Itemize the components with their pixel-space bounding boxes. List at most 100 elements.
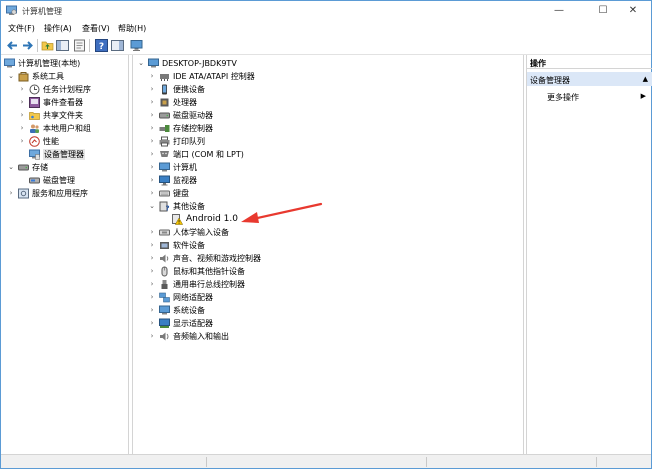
storage-icon	[18, 164, 29, 171]
chevron-right-icon[interactable]: ›	[148, 109, 156, 122]
computer-icon	[148, 58, 159, 68]
more-actions-item[interactable]: 更多操作 ▶	[527, 89, 652, 103]
chevron-right-icon[interactable]: ›	[18, 109, 26, 122]
chevron-down-icon[interactable]: ⌄	[137, 57, 145, 70]
device-category-ports[interactable]: › 端口 (COM 和 LPT)	[148, 148, 508, 161]
chevron-down-icon[interactable]: ⌄	[7, 161, 15, 174]
chevron-right-icon[interactable]: ›	[148, 70, 156, 83]
chevron-right-icon[interactable]: ›	[148, 174, 156, 187]
tree-item-device-manager[interactable]: 设备管理器	[18, 148, 128, 161]
back-arrow-icon[interactable]	[6, 39, 19, 52]
tree-item-task-scheduler[interactable]: › 任务计划程序	[18, 83, 128, 96]
device-category-processor[interactable]: › 处理器	[148, 96, 508, 109]
device-category-ide[interactable]: › IDE ATA/ATAPI 控制器	[148, 70, 508, 83]
device-category-print-queues[interactable]: › 打印队列	[148, 135, 508, 148]
menu-action[interactable]: 操作(A)	[44, 23, 72, 34]
chevron-down-icon[interactable]: ⌄	[7, 70, 15, 83]
chevron-right-icon[interactable]: ›	[148, 96, 156, 109]
network-icon	[159, 292, 170, 303]
chevron-right-icon[interactable]: ›	[18, 96, 26, 109]
device-category-disk-drives[interactable]: › 磁盘驱动器	[148, 109, 508, 122]
device-category-label: 软件设备	[173, 241, 205, 250]
device-category-label: 监视器	[173, 176, 197, 185]
device-category-network-adapters[interactable]: › 网络适配器	[148, 291, 508, 304]
menu-file[interactable]: 文件(F)	[8, 23, 35, 34]
device-category-mice[interactable]: › 鼠标和其他指针设备	[148, 265, 508, 278]
chevron-right-icon[interactable]: ›	[148, 278, 156, 291]
actions-section-device-manager[interactable]: 设备管理器 ▲	[527, 72, 652, 86]
tree-item-performance[interactable]: › 性能	[18, 135, 128, 148]
tree-item-event-viewer[interactable]: › 事件查看器	[18, 96, 128, 109]
chevron-right-icon[interactable]: ›	[148, 291, 156, 304]
tree-item-local-users-groups[interactable]: › 本地用户和组	[18, 122, 128, 135]
device-category-computer[interactable]: › 计算机	[148, 161, 508, 174]
forward-arrow-icon[interactable]	[21, 39, 34, 52]
device-category-audio-io[interactable]: › 音频输入和输出	[148, 330, 508, 343]
chevron-right-icon[interactable]: ›	[148, 304, 156, 317]
services-icon	[18, 188, 29, 199]
device-category-monitors[interactable]: › 监视器	[148, 174, 508, 187]
device-category-display-adapters[interactable]: › 显示适配器	[148, 317, 508, 330]
show-hide-tree-icon[interactable]	[56, 39, 69, 52]
chevron-right-icon[interactable]: ›	[148, 83, 156, 96]
device-tree-root[interactable]: ⌄ DESKTOP-JBDK9TV	[137, 57, 517, 70]
device-category-storage-controllers[interactable]: › 存储控制器	[148, 122, 508, 135]
chevron-right-icon[interactable]: ›	[148, 317, 156, 330]
clock-icon	[29, 84, 40, 95]
menu-view[interactable]: 查看(V)	[82, 23, 110, 34]
device-category-software-devices[interactable]: › 软件设备	[148, 239, 508, 252]
monitor-icon[interactable]	[130, 39, 143, 52]
device-category-usb[interactable]: › 通用串行总线控制器	[148, 278, 508, 291]
tree-root-computer-management[interactable]: 计算机管理(本地)	[4, 57, 128, 70]
device-category-sound-video-game[interactable]: › 声音、视频和游戏控制器	[148, 252, 508, 265]
chevron-right-icon[interactable]: ›	[148, 148, 156, 161]
chevron-right-icon[interactable]: ›	[18, 83, 26, 96]
device-category-label: 通用串行总线控制器	[173, 280, 245, 289]
help-icon[interactable]: ?	[95, 39, 108, 52]
device-category-portable[interactable]: › 便携设备	[148, 83, 508, 96]
minimize-button[interactable]: —	[541, 1, 577, 21]
tree-item-storage[interactable]: ⌄ 存储	[7, 161, 127, 174]
chevron-right-icon[interactable]: ›	[148, 135, 156, 148]
tree-item-system-tools[interactable]: ⌄ 系统工具	[7, 70, 127, 83]
svg-text:?: ?	[166, 205, 170, 213]
device-category-keyboards[interactable]: › 键盘	[148, 187, 508, 200]
tree-item-label: 系统工具	[32, 72, 64, 81]
device-category-hid[interactable]: › 人体学输入设备	[148, 226, 508, 239]
tree-item-label: 事件查看器	[43, 98, 83, 107]
title-bar[interactable]: 计算机管理 — ☐ ✕	[1, 1, 651, 21]
actions-pane: 操作 设备管理器 ▲ 更多操作 ▶	[526, 55, 652, 454]
tree-root-label: 计算机管理(本地)	[18, 59, 81, 68]
storage-controller-icon	[159, 125, 170, 132]
collapse-up-icon[interactable]: ▲	[643, 75, 648, 83]
device-category-other-devices[interactable]: ⌄ ? 其他设备	[148, 200, 508, 213]
device-category-label: 打印队列	[173, 137, 205, 146]
mouse-icon	[161, 266, 168, 277]
device-category-label: 鼠标和其他指针设备	[173, 267, 245, 276]
chevron-right-icon[interactable]: ›	[7, 187, 15, 200]
tree-item-disk-management[interactable]: 磁盘管理	[18, 174, 128, 187]
chevron-right-icon[interactable]: ›	[148, 330, 156, 343]
chevron-right-icon[interactable]: ›	[148, 187, 156, 200]
tree-item-shared-folders[interactable]: › 共享文件夹	[18, 109, 128, 122]
action-pane-icon[interactable]	[111, 39, 124, 52]
folder-up-icon[interactable]	[41, 39, 54, 52]
close-button[interactable]: ✕	[615, 1, 651, 21]
tree-item-services-applications[interactable]: › 服务和应用程序	[7, 187, 127, 200]
chevron-right-icon[interactable]: ›	[148, 122, 156, 135]
toolbar-separator	[89, 39, 90, 52]
chevron-down-icon[interactable]: ⌄	[148, 200, 156, 213]
device-android[interactable]: Android 1.0	[172, 213, 512, 226]
menu-help[interactable]: 帮助(H)	[118, 23, 146, 34]
chevron-right-icon[interactable]: ›	[18, 122, 26, 135]
chevron-right-icon[interactable]: ›	[148, 239, 156, 252]
chevron-right-icon[interactable]: ›	[148, 265, 156, 278]
chevron-right-icon[interactable]: ›	[18, 135, 26, 148]
device-category-label: 显示适配器	[173, 319, 213, 328]
chevron-right-icon[interactable]: ›	[148, 252, 156, 265]
device-category-system-devices[interactable]: › 系统设备	[148, 304, 508, 317]
chevron-right-icon[interactable]: ›	[148, 226, 156, 239]
chevron-right-icon[interactable]: ›	[148, 161, 156, 174]
device-category-label: 存储控制器	[173, 124, 213, 133]
properties-icon[interactable]	[73, 39, 86, 52]
